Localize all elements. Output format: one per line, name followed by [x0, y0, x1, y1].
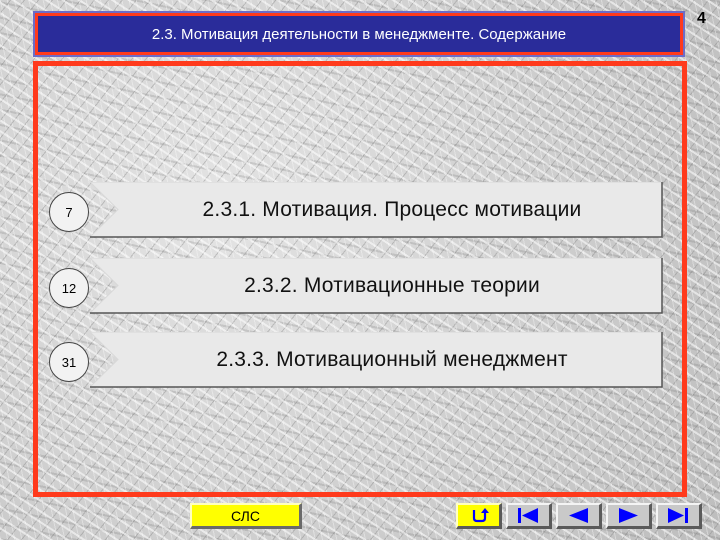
slide-title: 2.3. Мотивация деятельности в менеджмент…	[151, 25, 567, 43]
next-button[interactable]	[606, 503, 652, 529]
previous-button[interactable]	[556, 503, 602, 529]
toc-item-label: 2.3.2. Мотивационные теории	[244, 274, 540, 297]
return-button[interactable]	[456, 503, 502, 529]
toc-item-motivation-management[interactable]: 2.3.3. Мотивационный менеджмент	[88, 332, 664, 388]
return-icon	[472, 508, 489, 523]
slide-title-bar: 2.3. Мотивация деятельности в менеджмент…	[33, 11, 685, 57]
item-page-number: 12	[49, 268, 89, 308]
last-page-button[interactable]	[656, 503, 702, 529]
item-page-number: 31	[49, 342, 89, 382]
first-page-icon	[518, 508, 538, 523]
page-number: 4	[697, 10, 706, 27]
first-page-button[interactable]	[506, 503, 552, 529]
last-page-icon	[668, 508, 688, 523]
cls-button[interactable]: СЛС	[190, 503, 302, 529]
previous-icon	[569, 508, 588, 523]
toc-item-label: 2.3.3. Мотивационный менеджмент	[216, 348, 568, 371]
toc-item-motivation-process[interactable]: 2.3.1. Мотивация. Процесс мотивации	[88, 182, 664, 238]
toc-item-label: 2.3.1. Мотивация. Процесс мотивации	[202, 198, 582, 221]
toc-item-motivation-theories[interactable]: 2.3.2. Мотивационные теории	[88, 258, 664, 314]
cls-button-label: СЛС	[231, 507, 260, 524]
item-page-number: 7	[49, 192, 89, 232]
next-icon	[619, 508, 638, 523]
